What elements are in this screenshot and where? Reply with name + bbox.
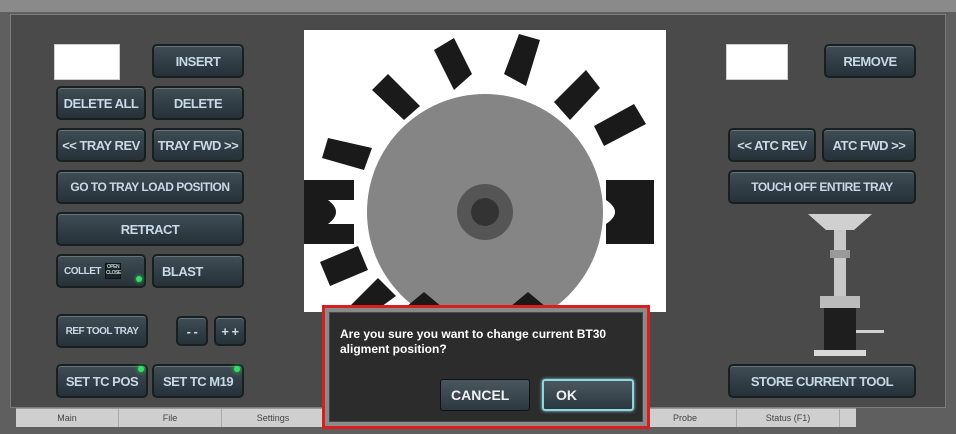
atc-rev-button[interactable]: << ATC REV (728, 128, 816, 162)
touch-off-entire-tray-button[interactable]: TOUCH OFF ENTIRE TRAY (728, 170, 916, 204)
tray-rev-button[interactable]: << TRAY REV (56, 128, 146, 162)
tool-tray-view (304, 30, 666, 312)
tab-status[interactable]: Status (F1) (737, 409, 840, 427)
collet-close-label: CLOSE (106, 270, 121, 276)
dialog-message: Are you sure you want to change current … (340, 327, 607, 356)
jog-minus-button[interactable]: - - (176, 316, 208, 346)
collet-label: COLLET (64, 265, 102, 277)
confirm-dialog: Are you sure you want to change current … (329, 312, 643, 422)
collet-button[interactable]: COLLET OPEN CLOSE (56, 254, 146, 288)
set-tc-m19-button[interactable]: SET TC M19 (152, 364, 244, 398)
go-to-tray-load-position-button[interactable]: GO TO TRAY LOAD POSITION (56, 170, 244, 204)
tool-number-field-right[interactable] (726, 44, 788, 80)
tool-carousel-graphic (304, 34, 654, 312)
atc-fwd-button[interactable]: ATC FWD >> (822, 128, 916, 162)
tab-file[interactable]: File (119, 409, 222, 427)
collet-toggle[interactable]: OPEN CLOSE (105, 263, 121, 279)
jog-plus-button[interactable]: + + (214, 316, 246, 346)
tab-settings[interactable]: Settings (222, 409, 325, 427)
tool-holder-icon (808, 214, 884, 356)
store-current-tool-button[interactable]: STORE CURRENT TOOL (728, 364, 916, 398)
collet-status-led (136, 276, 142, 282)
set-tc-m19-led (234, 366, 240, 372)
dialog-highlight: Are you sure you want to change current … (322, 305, 650, 429)
set-tc-pos-led (138, 366, 144, 372)
ref-tool-tray-button[interactable]: REF TOOL TRAY (56, 314, 148, 348)
tool-number-field-left[interactable] (54, 44, 120, 80)
blast-button[interactable]: BLAST (152, 254, 244, 288)
ok-button[interactable]: OK (542, 379, 634, 411)
retract-button[interactable]: RETRACT (56, 212, 244, 246)
remove-button[interactable]: REMOVE (824, 44, 916, 78)
cancel-button[interactable]: CANCEL (440, 379, 530, 411)
delete-button[interactable]: DELETE (152, 86, 244, 120)
tab-main[interactable]: Main (16, 409, 119, 427)
set-tc-pos-button[interactable]: SET TC POS (56, 364, 148, 398)
insert-button[interactable]: INSERT (152, 44, 244, 78)
tray-fwd-button[interactable]: TRAY FWD >> (152, 128, 244, 162)
delete-all-button[interactable]: DELETE ALL (56, 86, 146, 120)
top-bar (0, 0, 956, 12)
app-window: INSERT DELETE ALL DELETE << TRAY REV TRA… (0, 0, 956, 434)
